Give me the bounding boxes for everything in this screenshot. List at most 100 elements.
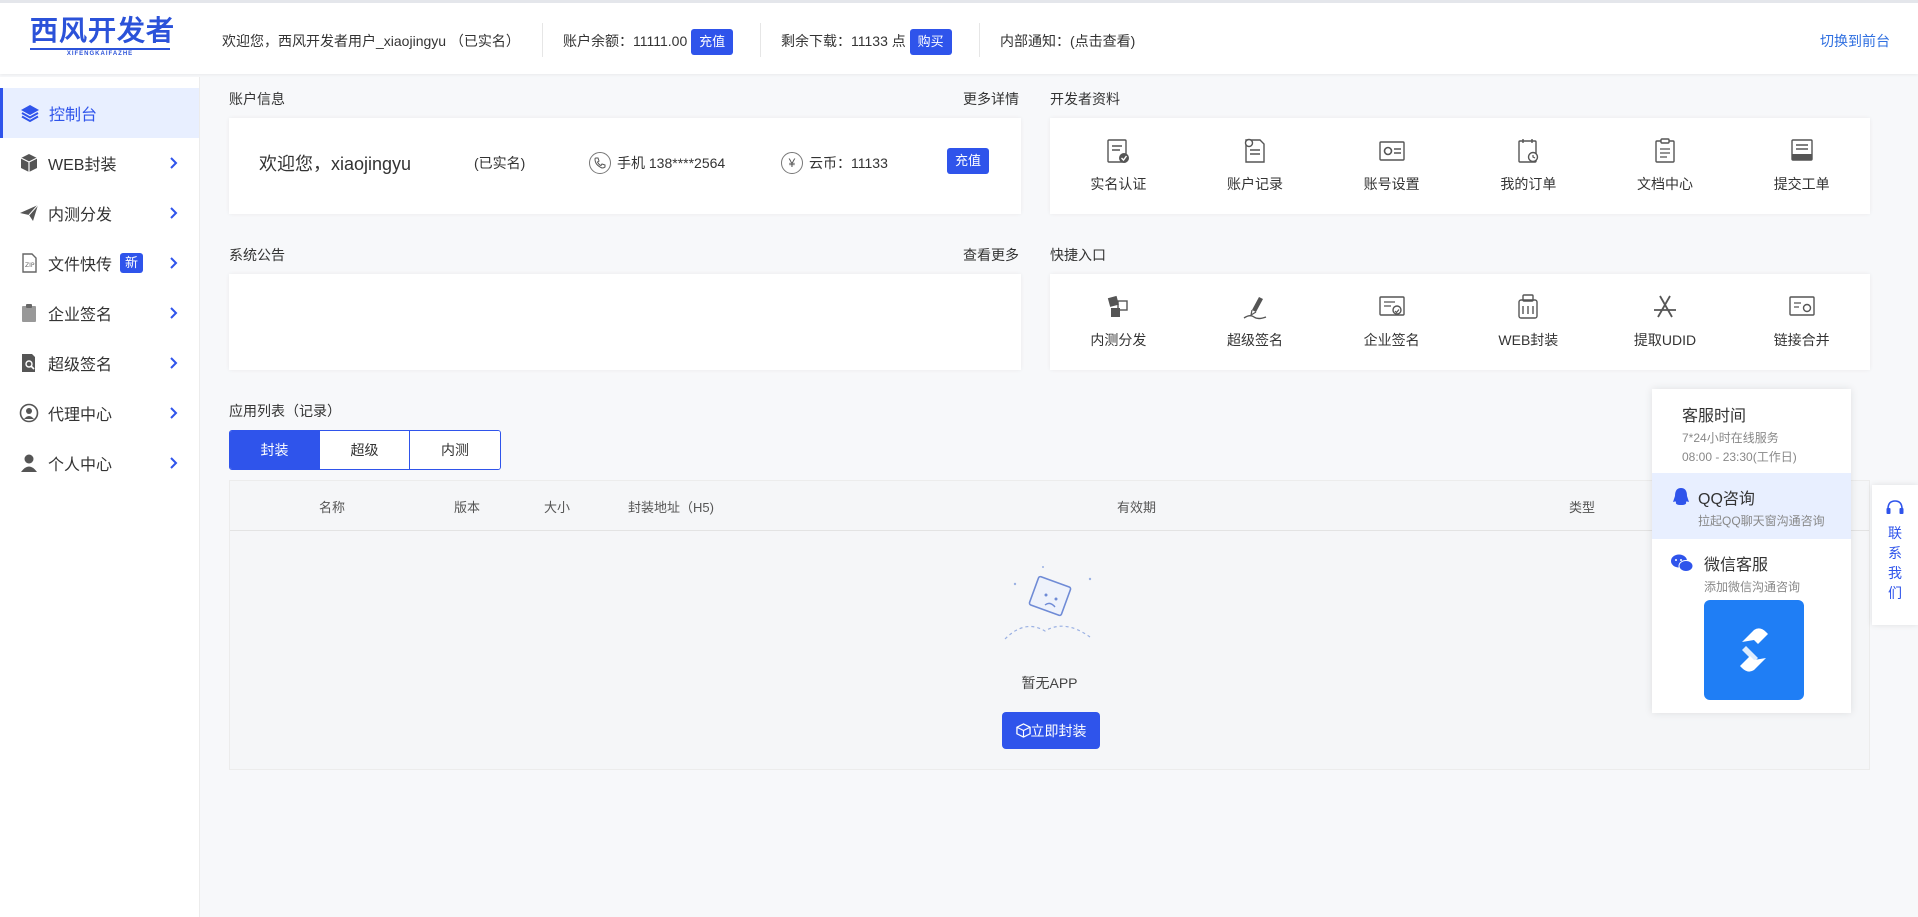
wechat-icon [1671, 554, 1694, 572]
wechat-service[interactable]: 微信客服 添加微信沟通咨询 [1652, 539, 1851, 595]
dev-item-account-settings[interactable]: 账号设置 [1323, 118, 1460, 214]
quick-item-link-merge[interactable]: 链接合并 [1733, 274, 1870, 370]
quick-item-super-sign[interactable]: 超级签名 [1187, 274, 1324, 370]
divider [979, 23, 980, 57]
sidebar-item-super-sign[interactable]: 超级签名 [0, 338, 199, 388]
user-icon [18, 452, 40, 474]
layers-icon [19, 102, 41, 124]
sidebar-item-console[interactable]: 控制台 [0, 88, 199, 138]
dev-item-ticket[interactable]: 提交工单 [1733, 118, 1870, 214]
tab-beta[interactable]: 内测 [410, 431, 500, 469]
dev-item-label: 账户记录 [1227, 176, 1283, 192]
sidebar-item-web-pack[interactable]: WEB封装 [0, 138, 199, 188]
web-pack-icon [1518, 294, 1539, 319]
account-card: 欢迎您，xiaojingyu (已实名) 手机 138****2564 ¥ 云币… [229, 118, 1021, 214]
pen-sign-icon [1243, 297, 1267, 320]
account-section-title: 账户信息 [229, 91, 285, 107]
contact-us-tab[interactable]: 联系我们 [1872, 485, 1918, 625]
pack-now-label: 立即封装 [1030, 722, 1087, 739]
quick-item-label: 企业签名 [1363, 332, 1420, 348]
column-header: 名称 [319, 500, 346, 515]
qq-icon [1673, 488, 1689, 505]
quick-item-udid[interactable]: 提取UDID [1597, 274, 1734, 370]
sidebar-item-file-transfer[interactable]: ZIP 文件快传 新 [0, 238, 199, 288]
column-header: 类型 [1569, 500, 1596, 515]
svg-text:ZIP: ZIP [25, 262, 35, 269]
switch-front-link[interactable]: 切换到前台 [1820, 31, 1890, 51]
column-header: 版本 [454, 500, 481, 515]
table-header: 名称 版本 大小 封装地址（H5) 有效期 类型 [230, 481, 1869, 531]
empty-box-illustration [1004, 566, 1092, 640]
dev-item-orders[interactable]: 我的订单 [1460, 118, 1597, 214]
account-recharge-button[interactable]: 充值 [946, 148, 989, 174]
dev-item-label: 文档中心 [1637, 176, 1694, 192]
qq-desc: 拉起QQ聊天窗沟通咨询 [1698, 514, 1825, 528]
downloads-group: 剩余下载：11133 点 购买 [781, 28, 952, 56]
sidebar-item-personal-center[interactable]: 个人中心 [0, 438, 199, 488]
quick-item-label: 提取UDID [1633, 332, 1697, 348]
box-icon [1015, 723, 1031, 738]
dev-item-docs[interactable]: 文档中心 [1597, 118, 1734, 214]
wechat-title: 微信客服 [1704, 557, 1769, 574]
app-list-title: 应用列表（记录） [229, 403, 341, 419]
wechat-desc: 添加微信沟通咨询 [1704, 580, 1801, 594]
paper-plane-icon [18, 202, 40, 224]
sidebar-item-label: 内测分发 [48, 207, 113, 224]
ticket-icon [1790, 139, 1813, 161]
column-header: 大小 [544, 500, 571, 515]
logo[interactable]: 西风开发者 XIFENGKAIFAZHE [30, 15, 175, 63]
sidebar-item-label: 控制台 [49, 107, 98, 124]
quick-item-beta[interactable]: 内测分发 [1050, 274, 1187, 370]
file-transfer-icon: ZIP [18, 252, 40, 274]
quick-item-web-pack[interactable]: WEB封装 [1460, 274, 1597, 370]
sidebar-item-label: 超级签名 [48, 357, 113, 374]
chevron-right-icon [170, 457, 178, 469]
app-logo-icon [1740, 628, 1768, 672]
dev-item-verify[interactable]: 实名认证 [1050, 118, 1187, 214]
column-header: 封装地址（H5) [628, 500, 714, 515]
chevron-right-icon [170, 357, 178, 369]
dev-profile-card: 实名认证 账户记录 账号设置 我的订单 文档中心 提交工单 [1050, 118, 1870, 214]
chevron-right-icon [170, 207, 178, 219]
sidebar-item-label: 代理中心 [48, 407, 113, 424]
sidebar-item-agent-center[interactable]: 代理中心 [0, 388, 199, 438]
quick-entry-card: 内测分发 超级签名 企业签名 WEB封装 提取UDID 链接合并 [1050, 274, 1870, 370]
sidebar-item-beta-distribution[interactable]: 内测分发 [0, 188, 199, 238]
dev-item-account-log[interactable]: 账户记录 [1187, 118, 1324, 214]
clipboard-icon [18, 302, 40, 324]
app-list-tabs: 封装 超级 内测 [229, 430, 501, 470]
announcement-more-link[interactable]: 查看更多 [963, 245, 1019, 265]
qq-consult[interactable]: QQ咨询 拉起QQ聊天窗沟通咨询 [1652, 473, 1851, 539]
quick-item-enterprise-sign[interactable]: 企业签名 [1323, 274, 1460, 370]
recharge-button[interactable]: 充值 [691, 29, 734, 56]
internal-notice[interactable]: 内部通知：(点击查看) [1000, 28, 1135, 54]
quick-entry-title: 快捷入口 [1050, 247, 1106, 263]
coin-text: 云币：11133 [809, 155, 888, 171]
balance-group: 账户余额：11111.00 充值 [563, 28, 734, 56]
quick-item-label: 内测分发 [1090, 332, 1147, 348]
service-hours-title: 客服时间 [1682, 408, 1747, 425]
tab-pack[interactable]: 封装 [230, 431, 320, 469]
dev-item-label: 实名认证 [1090, 176, 1147, 192]
verified-status: (已实名) [474, 155, 526, 171]
tab-super[interactable]: 超级 [320, 431, 410, 469]
account-log-icon [1244, 138, 1265, 163]
buy-button[interactable]: 购买 [909, 29, 952, 56]
chevron-right-icon [170, 407, 178, 419]
phone-info: 手机 138****2564 [589, 152, 725, 174]
account-welcome: 欢迎您，xiaojingyu [259, 154, 412, 174]
pack-now-button[interactable]: 立即封装 [1002, 712, 1100, 749]
sidebar-item-label: 个人中心 [48, 457, 113, 474]
logo-subtitle: XIFENGKAIFAZHE [30, 48, 170, 57]
sidebar-item-enterprise-sign[interactable]: 企业签名 [0, 288, 199, 338]
phone-text: 手机 138****2564 [617, 155, 726, 171]
chevron-right-icon [170, 307, 178, 319]
app-store-icon [1654, 295, 1677, 318]
sidebar-item-label: 文件快传 [48, 257, 113, 274]
docs-icon [1655, 138, 1675, 163]
account-more-link[interactable]: 更多详情 [963, 89, 1019, 109]
empty-state-text: 暂无APP [1021, 675, 1078, 691]
id-verify-icon [1107, 139, 1130, 163]
account-settings-icon [1378, 141, 1405, 161]
divider [542, 23, 543, 57]
